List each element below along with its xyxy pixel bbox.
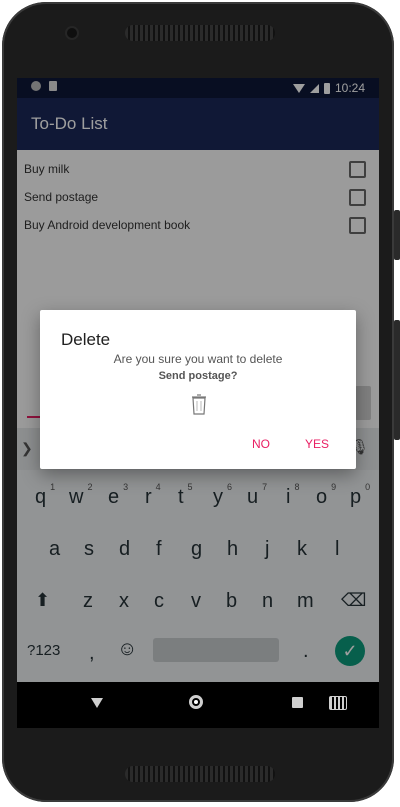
delete-dialog: Delete Are you sure you want to delete S… [40,310,356,469]
top-speaker [125,25,275,41]
dialog-message: Are you sure you want to delete [113,352,283,366]
keyboard-switch-icon[interactable] [329,696,347,710]
phone-frame: 10:24 To-Do List Buy milk Send postage B… [0,0,400,807]
power-button [394,210,400,260]
yes-button[interactable]: YES [305,437,329,451]
dialog-item-name: Send postage? [158,370,238,382]
bottom-speaker [125,766,275,782]
volume-button [394,320,400,440]
screen: 10:24 To-Do List Buy milk Send postage B… [17,78,379,728]
no-button[interactable]: NO [252,437,270,451]
recent-apps-icon[interactable] [292,697,303,708]
navigation-bar [17,682,379,728]
back-icon[interactable] [91,698,103,708]
trash-icon [192,394,206,415]
front-camera [67,28,77,38]
dialog-title: Delete [61,330,111,349]
home-icon[interactable] [189,695,203,709]
